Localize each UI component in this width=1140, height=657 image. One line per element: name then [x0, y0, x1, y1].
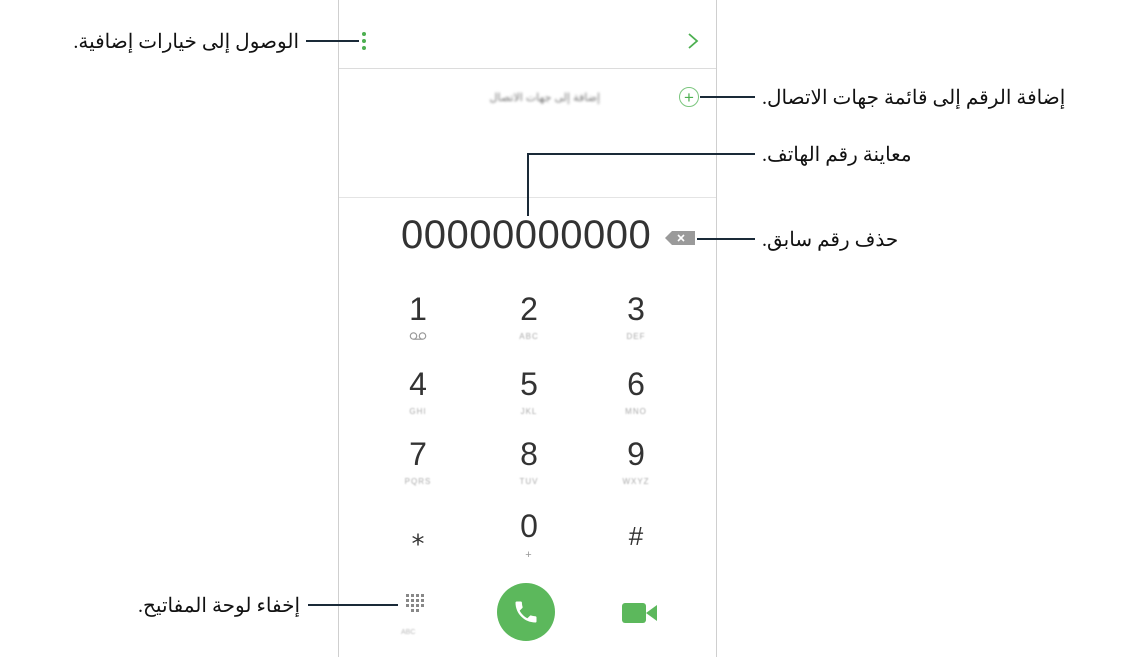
keypad-sub-label: ABC: [401, 629, 416, 636]
key-digit: #: [628, 521, 644, 551]
callout-hide-keypad: إخفاء لوحة المفاتيح.: [138, 595, 300, 617]
more-options-icon[interactable]: [361, 32, 367, 54]
key-digit: 7: [409, 436, 427, 472]
key-letters: +: [525, 549, 533, 561]
callout-line-add-contacts: [700, 96, 755, 98]
chevron-right-icon[interactable]: [685, 31, 701, 51]
key-digit: 2: [520, 291, 538, 327]
key-digit: 8: [520, 436, 538, 472]
phone-screen: إضافة إلى جهات الاتصال + 00000000000 1 2…: [338, 0, 717, 657]
callout-preview-number: معاينة رقم الهاتف.: [762, 144, 912, 166]
add-to-contacts-row[interactable]: إضافة إلى جهات الاتصال +: [339, 68, 716, 128]
key-digit: 4: [409, 366, 427, 402]
key-digit: 6: [627, 366, 645, 402]
key-0[interactable]: 0 +: [489, 508, 569, 561]
key-1[interactable]: 1: [378, 291, 458, 341]
key-5[interactable]: 5 JKL: [489, 366, 569, 416]
key-digit: 1: [409, 291, 427, 327]
key-letters: WXYZ: [622, 477, 650, 486]
key-digit: 3: [627, 291, 645, 327]
phone-number-display: 00000000000: [401, 213, 652, 257]
add-to-contacts-label: إضافة إلى جهات الاتصال: [489, 92, 601, 104]
plus-icon[interactable]: +: [679, 87, 699, 107]
callout-line-delete: [697, 238, 755, 240]
key-letters: ABC: [519, 332, 539, 341]
key-digit: 0: [520, 508, 538, 544]
backspace-icon[interactable]: [665, 231, 695, 245]
callout-more-options: الوصول إلى خيارات إضافية.: [73, 31, 299, 53]
key-letters: JKL: [520, 407, 538, 416]
callout-line-preview: [527, 153, 755, 155]
key-digit: ⁎: [411, 521, 425, 551]
key-7[interactable]: 7 PQRS: [378, 436, 458, 486]
phone-icon: [515, 601, 537, 623]
callout-line-more-options: [306, 40, 359, 42]
key-4[interactable]: 4 GHI: [378, 366, 458, 416]
video-call-icon[interactable]: [622, 603, 658, 623]
key-letters: PQRS: [404, 477, 432, 486]
key-2[interactable]: 2 ABC: [489, 291, 569, 341]
key-8[interactable]: 8 TUV: [489, 436, 569, 486]
key-9[interactable]: 9 WXYZ: [596, 436, 676, 486]
key-3[interactable]: 3 DEF: [596, 291, 676, 341]
key-hash[interactable]: #: [596, 518, 676, 554]
key-star[interactable]: ⁎: [378, 518, 458, 554]
key-letters: GHI: [409, 407, 427, 416]
callout-line-hide-keypad: [308, 604, 398, 606]
key-letters: TUV: [519, 477, 539, 486]
call-button[interactable]: [497, 583, 555, 641]
key-letters: MNO: [625, 407, 647, 416]
callout-vline-preview: [527, 153, 529, 216]
voicemail-icon: [409, 332, 427, 340]
key-letters: DEF: [626, 332, 646, 341]
callout-delete-digit: حذف رقم سابق.: [762, 229, 899, 251]
key-digit: 9: [627, 436, 645, 472]
key-6[interactable]: 6 MNO: [596, 366, 676, 416]
top-bar: [339, 0, 716, 69]
callout-add-to-contacts: إضافة الرقم إلى قائمة جهات الاتصال.: [762, 87, 1066, 109]
keypad-icon[interactable]: [403, 594, 425, 616]
key-digit: 5: [520, 366, 538, 402]
